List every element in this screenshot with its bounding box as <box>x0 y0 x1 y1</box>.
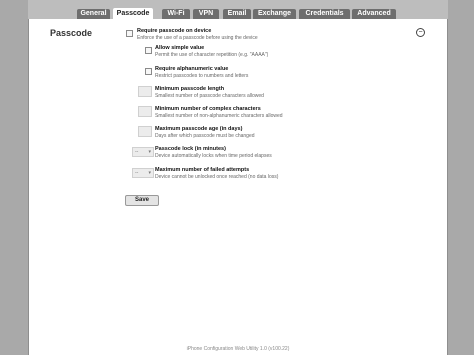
min-complex-desc: Smallest number of non-alphanumeric char… <box>155 113 283 119</box>
chevron-down-icon: ▾ <box>148 170 151 176</box>
min-complex-field[interactable] <box>138 106 152 117</box>
max-age-field[interactable] <box>138 126 152 137</box>
passcode-lock-label: Passcode lock (in minutes) <box>155 146 226 152</box>
min-complex-label: Minimum number of complex characters <box>155 106 261 112</box>
passcode-lock-select[interactable]: -- ▾ <box>132 147 154 157</box>
require-passcode-label: Require passcode on device <box>137 28 212 34</box>
passcode-lock-value: -- <box>135 149 139 155</box>
chevron-down-icon: ▾ <box>148 149 151 155</box>
require-alphanumeric-desc: Restrict passcodes to numbers and letter… <box>155 73 249 79</box>
max-age-label: Maximum passcode age (in days) <box>155 126 243 132</box>
passcode-lock-desc: Device automatically locks when time per… <box>155 153 272 159</box>
tab-general[interactable]: General <box>77 9 110 19</box>
require-alphanumeric-checkbox[interactable] <box>145 68 152 75</box>
collapse-icon[interactable]: − <box>416 28 425 37</box>
failed-attempts-select[interactable]: -- ▾ <box>132 168 154 178</box>
failed-attempts-desc: Device cannot be unlocked once reached (… <box>155 174 279 180</box>
tab-bar: General Passcode Wi-Fi VPN Email Exchang… <box>28 0 448 19</box>
tab-exchange[interactable]: Exchange <box>253 9 296 19</box>
require-passcode-desc: Enforce the use of a passcode before usi… <box>137 35 258 41</box>
tab-wifi[interactable]: Wi-Fi <box>162 9 190 19</box>
allow-simple-checkbox[interactable] <box>145 47 152 54</box>
min-length-field[interactable] <box>138 86 152 97</box>
require-passcode-checkbox[interactable] <box>126 30 133 37</box>
min-length-label: Minimum passcode length <box>155 86 225 92</box>
failed-attempts-label: Maximum number of failed attempts <box>155 167 250 173</box>
tab-passcode[interactable]: Passcode <box>113 8 153 19</box>
min-length-desc: Smallest number of passcode characters a… <box>155 93 264 99</box>
save-button[interactable]: Save <box>125 195 159 206</box>
tab-credentials[interactable]: Credentials <box>299 9 350 19</box>
allow-simple-desc: Permit the use of character repetition (… <box>155 52 269 58</box>
section-title: Passcode <box>50 28 93 38</box>
tab-vpn[interactable]: VPN <box>193 9 219 19</box>
failed-attempts-value: -- <box>135 170 139 176</box>
footer-version: iPhone Configuration Web Utility 1.0 (v1… <box>186 346 290 352</box>
tab-email[interactable]: Email <box>223 9 251 19</box>
tab-advanced[interactable]: Advanced <box>352 9 396 19</box>
require-alphanumeric-label: Require alphanumeric value <box>155 66 229 72</box>
allow-simple-label: Allow simple value <box>155 45 205 51</box>
max-age-desc: Days after which passcode must be change… <box>155 133 255 139</box>
